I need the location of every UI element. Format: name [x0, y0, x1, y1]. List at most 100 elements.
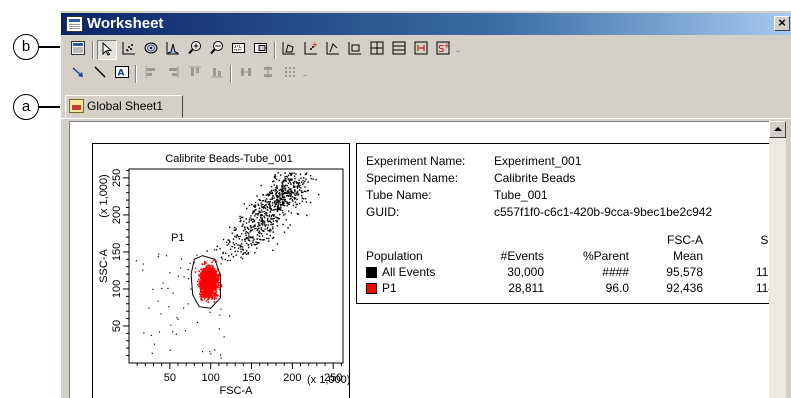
- event-dot: [272, 195, 274, 197]
- event-dot: [257, 228, 259, 231]
- event-dot: [305, 178, 307, 180]
- event-dot: [179, 267, 182, 269]
- event-dot: [246, 207, 248, 210]
- interval-bar-icon[interactable]: [411, 40, 431, 60]
- multi-interval-gate-icon[interactable]: [389, 40, 409, 60]
- vertical-scrollbar[interactable]: [769, 121, 786, 398]
- align-right-icon: [163, 64, 183, 84]
- worksheet-canvas[interactable]: Calibrite Beads-Tube_001 50 100 150 200 250 5…: [69, 121, 776, 398]
- toolbar-separator: [230, 65, 232, 83]
- event-dot: [272, 231, 274, 233]
- event-dot: [262, 222, 264, 224]
- align-top-icon: [185, 64, 205, 84]
- dot-plot[interactable]: Calibrite Beads-Tube_001 50 100 150 200 250 5…: [92, 143, 350, 398]
- event-dot: [224, 258, 227, 261]
- contour-plot-icon[interactable]: [141, 40, 161, 60]
- tab-global-sheet1[interactable]: Global Sheet1: [65, 95, 183, 118]
- snap-to-gate-icon[interactable]: +: [301, 40, 321, 60]
- event-dot: [172, 331, 174, 333]
- event-dot: [264, 212, 266, 215]
- event-dot: [293, 183, 295, 185]
- event-dot: [300, 181, 303, 184]
- event-dot: [280, 188, 282, 191]
- gated-event-dot: [200, 272, 202, 274]
- event-dot: [234, 246, 236, 249]
- event-dot: [296, 198, 298, 201]
- event-dot: [270, 189, 273, 192]
- event-dot: [262, 206, 265, 208]
- info-value: Experiment_001: [494, 154, 582, 168]
- col-header-fsc-top: FSC-A: [667, 233, 703, 247]
- event-dot: [135, 260, 138, 262]
- event-dot: [304, 180, 306, 182]
- event-dot: [289, 173, 292, 175]
- gated-event-dot: [206, 285, 209, 288]
- event-dot: [254, 205, 256, 208]
- event-dot: [260, 204, 263, 206]
- gated-event-dot: [209, 284, 211, 287]
- event-dot: [228, 226, 231, 228]
- zoom-in-icon[interactable]: [185, 40, 205, 60]
- event-dot: [281, 209, 284, 212]
- event-dot: [301, 195, 303, 197]
- event-dot: [290, 194, 292, 196]
- title-bar[interactable]: Worksheet ×: [61, 13, 791, 35]
- plot-title: Calibrite Beads-Tube_001: [165, 153, 292, 165]
- event-dot: [215, 249, 218, 251]
- gated-event-dot: [200, 289, 202, 292]
- cell-events: 28,811: [508, 281, 544, 295]
- event-dot: [301, 200, 304, 202]
- rectangle-gate-icon[interactable]: [345, 40, 365, 60]
- arrow-icon[interactable]: [68, 64, 88, 84]
- interval-gate-icon[interactable]: [323, 40, 343, 60]
- unzoom-icon[interactable]: [251, 40, 271, 60]
- event-dot: [279, 193, 281, 196]
- event-dot: [248, 235, 250, 237]
- y-axis-unit: (x 1,000): [98, 174, 110, 217]
- polygon-gate-icon[interactable]: [279, 40, 299, 60]
- event-dot: [216, 245, 218, 247]
- event-dot: [293, 186, 295, 188]
- pointer-icon[interactable]: [97, 40, 117, 60]
- cell-population: P1: [382, 281, 397, 295]
- gated-event-dot: [218, 275, 220, 278]
- dot-plot-icon[interactable]: [119, 40, 139, 60]
- callout-b-label: b: [21, 38, 31, 55]
- event-dot: [245, 234, 247, 237]
- gated-event-dot: [201, 268, 204, 271]
- event-dot: [283, 198, 285, 201]
- histogram-icon[interactable]: [163, 40, 183, 60]
- auto-gate-icon[interactable]: S +: [433, 40, 453, 60]
- event-dot: [209, 351, 211, 353]
- gated-event-dot: [208, 265, 210, 267]
- text-icon[interactable]: A: [112, 64, 132, 84]
- x-tick-label: 100: [201, 372, 219, 384]
- event-dot: [239, 235, 241, 238]
- event-dot: [279, 199, 281, 201]
- event-dot: [293, 175, 296, 177]
- zoom-box-icon[interactable]: [229, 40, 249, 60]
- event-dot: [157, 256, 159, 258]
- gated-event-dot: [197, 278, 200, 281]
- line-icon[interactable]: [90, 64, 110, 84]
- event-dot: [287, 174, 290, 177]
- worksheet-icon[interactable]: [68, 40, 88, 60]
- close-button[interactable]: ×: [774, 16, 790, 31]
- event-dot: [286, 184, 289, 187]
- event-dot: [292, 204, 295, 207]
- gated-event-dot: [196, 283, 199, 286]
- event-dot: [234, 229, 237, 231]
- event-dot: [203, 298, 205, 300]
- event-dot: [269, 200, 271, 203]
- statistics-view[interactable]: Experiment Name: Experiment_001 Specimen N…: [356, 143, 776, 304]
- event-dot: [227, 259, 229, 262]
- quadrant-gate-icon[interactable]: [367, 40, 387, 60]
- event-dot: [309, 201, 312, 204]
- event-dot: [266, 233, 268, 235]
- zoom-out-icon[interactable]: [207, 40, 227, 60]
- event-dot: [256, 234, 259, 236]
- event-dot: [277, 205, 279, 207]
- event-dot: [279, 204, 282, 206]
- scroll-up-button[interactable]: [769, 121, 786, 138]
- event-dot: [270, 214, 273, 217]
